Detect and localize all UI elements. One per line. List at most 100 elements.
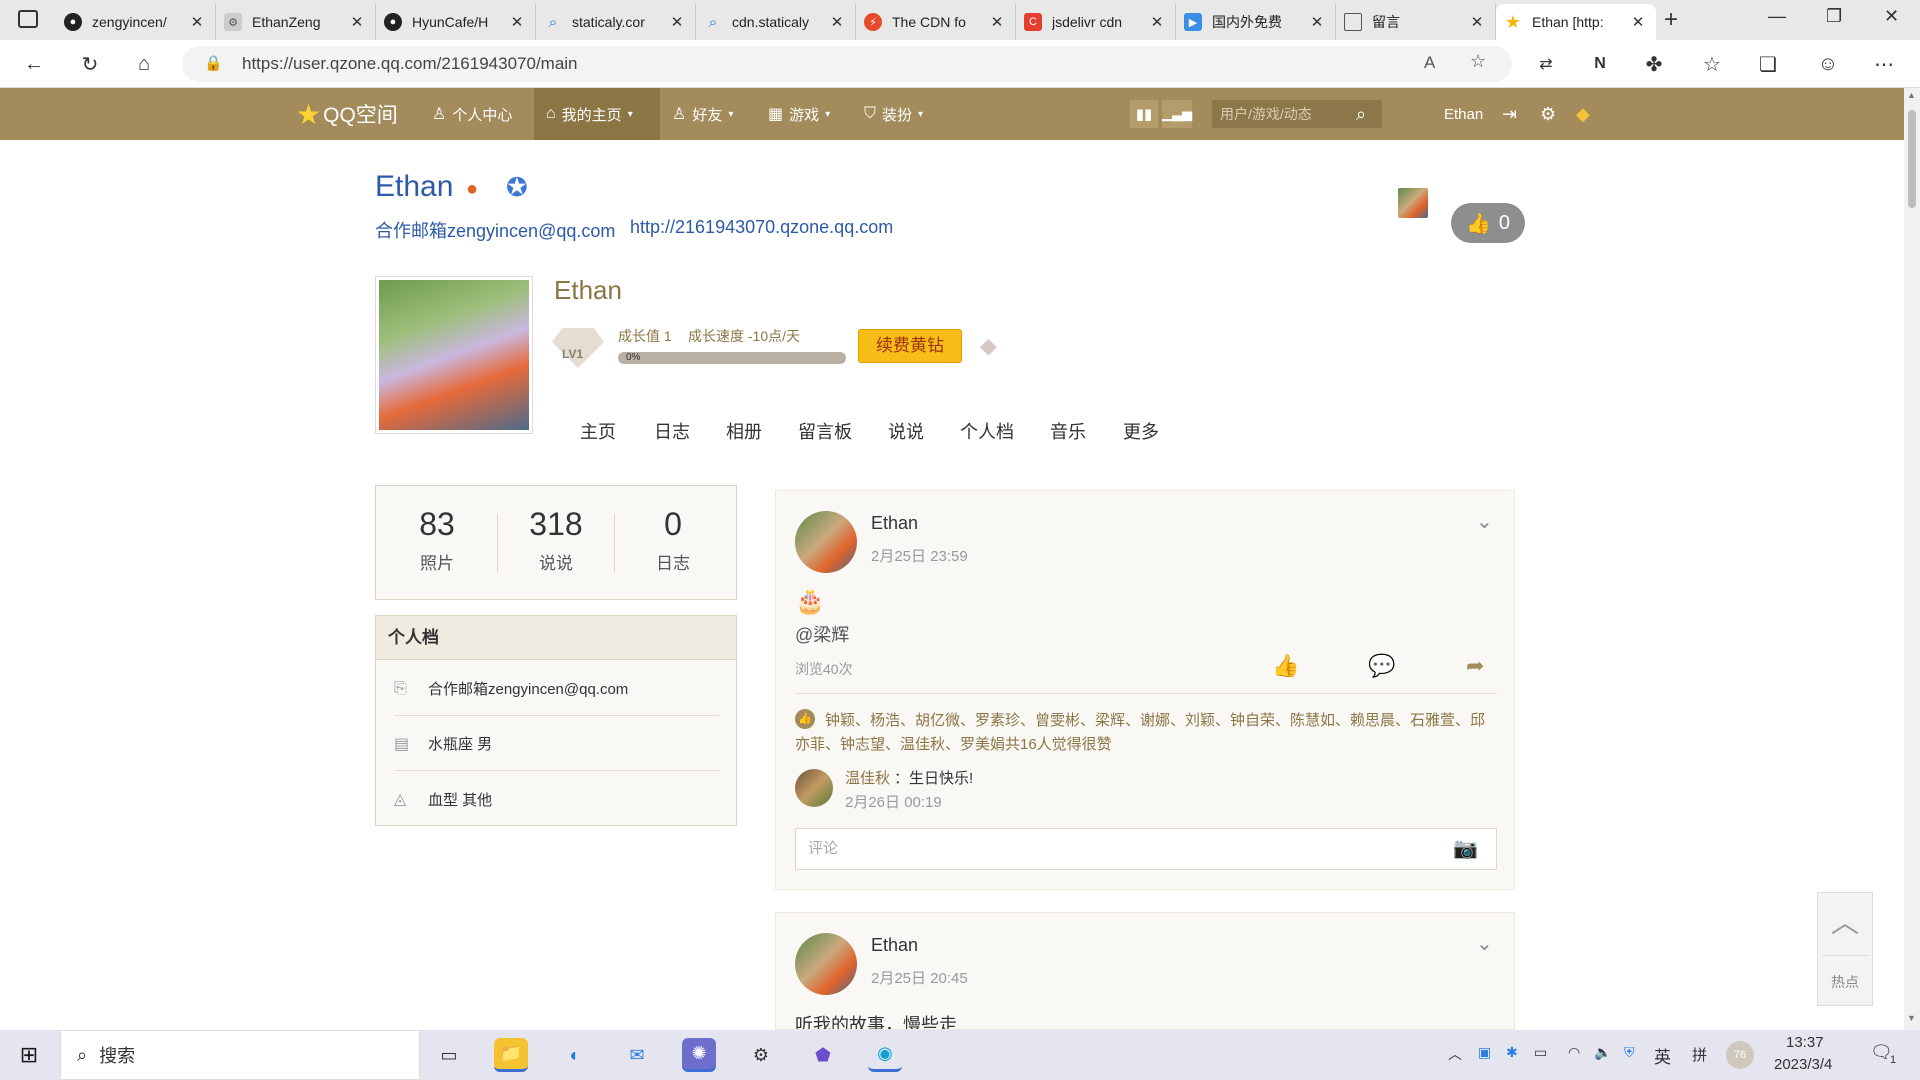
volume-icon[interactable]: 🔈 bbox=[1594, 1044, 1611, 1061]
wifi-icon[interactable]: ◠ bbox=[1568, 1044, 1580, 1061]
read-aloud-icon[interactable]: A bbox=[1424, 53, 1435, 73]
yellow-diamond-icon[interactable]: ◆ bbox=[1576, 88, 1590, 140]
tab-message-board[interactable]: 留言板 bbox=[798, 418, 852, 444]
ime-lang[interactable]: 英 bbox=[1654, 1043, 1671, 1068]
like-icon[interactable]: 👍 bbox=[1272, 653, 1299, 679]
qzone-logo[interactable]: ★ QQ空间 bbox=[296, 88, 398, 140]
restore-button[interactable]: ❐ bbox=[1826, 6, 1842, 27]
tab-1[interactable]: ● zengyincen/ ✕ bbox=[56, 4, 216, 40]
taskbar-search[interactable]: ⌕ 搜索 bbox=[60, 1030, 420, 1080]
music-pause-icon[interactable]: ▮▮ bbox=[1130, 100, 1158, 128]
collections-icon[interactable]: ❏ bbox=[1752, 48, 1784, 80]
close-icon[interactable]: ✕ bbox=[1628, 13, 1648, 31]
close-icon[interactable]: ✕ bbox=[827, 13, 847, 31]
scroll-up-icon[interactable]: ▲ bbox=[1907, 90, 1916, 100]
profile-photo-frame[interactable] bbox=[375, 276, 533, 434]
windows-start-icon[interactable]: ⊞ bbox=[12, 1038, 46, 1072]
post-avatar[interactable] bbox=[795, 933, 857, 995]
tab-5[interactable]: ⌕ cdn.staticaly ✕ bbox=[696, 4, 856, 40]
nav-personal-center[interactable]: ♙ 个人中心 bbox=[432, 88, 512, 140]
close-icon[interactable]: ✕ bbox=[1307, 13, 1327, 31]
star-badge-icon[interactable]: ✪ bbox=[506, 172, 528, 203]
close-icon[interactable]: ✕ bbox=[507, 13, 527, 31]
tab-actions-icon[interactable] bbox=[18, 10, 38, 28]
tab-active[interactable]: ★ Ethan [http: ✕ bbox=[1496, 4, 1656, 40]
tab-9[interactable]: 留言 ✕ bbox=[1336, 4, 1496, 40]
settings-icon[interactable]: ⚙ bbox=[1540, 88, 1556, 140]
comment-avatar[interactable] bbox=[795, 769, 833, 807]
edge-browser-icon[interactable]: ◉ bbox=[868, 1038, 902, 1072]
defender-icon[interactable]: ⛨ bbox=[1624, 1044, 1635, 1061]
new-tab-button[interactable]: + bbox=[1664, 6, 1678, 34]
tab-more[interactable]: 更多 bbox=[1123, 418, 1159, 444]
tab-8[interactable]: ▶ 国内外免费 ✕ bbox=[1176, 4, 1336, 40]
obsidian-icon[interactable]: ⬟ bbox=[806, 1038, 840, 1072]
cake-badge-icon[interactable]: ● bbox=[466, 178, 478, 201]
favorites-icon[interactable]: ☆ bbox=[1696, 48, 1728, 80]
search-icon[interactable]: ⌕ bbox=[1356, 88, 1366, 140]
tab-home[interactable]: 主页 bbox=[580, 418, 616, 444]
tray-chevron-icon[interactable]: ︿ bbox=[1448, 1044, 1462, 1064]
nav-username[interactable]: Ethan bbox=[1444, 88, 1483, 140]
page-scrollbar[interactable]: ▲ ▼ bbox=[1904, 88, 1920, 1030]
minimize-button[interactable]: — bbox=[1768, 6, 1786, 27]
nav-games[interactable]: ▦ 游戏 ▾ bbox=[768, 88, 830, 140]
tray-app-icon-2[interactable]: ✱ bbox=[1506, 1044, 1518, 1061]
tab-6[interactable]: ⚡ The CDN fo ✕ bbox=[856, 4, 1016, 40]
post-avatar[interactable] bbox=[795, 511, 857, 573]
back-button[interactable]: ← bbox=[18, 48, 50, 80]
profile-avatar-icon[interactable]: ☺ bbox=[1812, 48, 1844, 80]
share-icon[interactable]: ➦ bbox=[1466, 653, 1484, 679]
tab-moments[interactable]: 说说 bbox=[888, 418, 924, 444]
close-icon[interactable]: ✕ bbox=[987, 13, 1007, 31]
back-to-top-button[interactable]: ︿ 热点 bbox=[1817, 892, 1873, 1006]
home-button[interactable]: ⌂ bbox=[128, 48, 160, 80]
likers-list[interactable]: 钟颖、杨浩、胡亿微、罗素珍、曾雯彬、梁辉、谢娜、刘颖、钟自荣、陈慧如、赖思晨、石… bbox=[795, 709, 1495, 757]
stat-blogs[interactable]: 0 日志 bbox=[616, 506, 730, 574]
logout-icon[interactable]: ⇥ bbox=[1502, 88, 1517, 140]
nav-avatar[interactable] bbox=[1398, 188, 1428, 218]
tab-blog[interactable]: 日志 bbox=[654, 418, 690, 444]
close-icon[interactable]: ✕ bbox=[1467, 13, 1487, 31]
tab-personal-file[interactable]: 个人档 bbox=[960, 418, 1014, 444]
renew-yellow-diamond-button[interactable]: 续费黄钻 bbox=[858, 329, 962, 363]
settings-app-icon[interactable]: ⚙ bbox=[744, 1038, 778, 1072]
nav-friends[interactable]: ♙ 好友 ▾ bbox=[672, 88, 733, 140]
extensions-icon[interactable]: ✤ bbox=[1638, 48, 1670, 80]
post-author[interactable]: Ethan bbox=[871, 513, 918, 534]
like-button[interactable]: 👍 0 bbox=[1451, 203, 1525, 243]
close-icon[interactable]: ✕ bbox=[187, 13, 207, 31]
stat-moments[interactable]: 318 说说 bbox=[499, 506, 613, 574]
profile-name[interactable]: Ethan bbox=[375, 170, 453, 204]
close-icon[interactable]: ✕ bbox=[1147, 13, 1167, 31]
refresh-button[interactable]: ↻ bbox=[74, 48, 106, 80]
music-bars-icon[interactable]: ▁▃▅ bbox=[1162, 100, 1192, 128]
url-field[interactable]: 🔒 https://user.qzone.qq.com/2161943070/m… bbox=[182, 46, 1512, 82]
post-author[interactable]: Ethan bbox=[871, 935, 918, 956]
gray-diamond-icon[interactable]: ◆ bbox=[980, 333, 997, 359]
clock-time[interactable]: 13:37 bbox=[1786, 1034, 1824, 1051]
extension-badge-icon[interactable]: ⇄ bbox=[1530, 48, 1562, 80]
tab-4[interactable]: ⌕ staticaly.cor ✕ bbox=[536, 4, 696, 40]
file-explorer-icon[interactable]: 📁 bbox=[494, 1038, 528, 1072]
tab-3[interactable]: ● HyunCafe/H ✕ bbox=[376, 4, 536, 40]
close-icon[interactable]: ✕ bbox=[347, 13, 367, 31]
favorite-add-icon[interactable]: ☆ bbox=[1470, 51, 1486, 72]
edge-dev-icon[interactable]: ◐ bbox=[558, 1038, 592, 1072]
camera-icon[interactable]: 📷 bbox=[1453, 836, 1478, 861]
chatgpt-icon[interactable]: ✺ bbox=[682, 1038, 716, 1072]
scrollbar-thumb[interactable] bbox=[1908, 110, 1916, 208]
tab-album[interactable]: 相册 bbox=[726, 418, 762, 444]
comment-icon[interactable]: 💬 bbox=[1368, 653, 1395, 679]
mail-icon[interactable]: ✉ bbox=[620, 1038, 654, 1072]
scroll-down-icon[interactable]: ▼ bbox=[1907, 1013, 1916, 1023]
more-menu-icon[interactable]: ⋯ bbox=[1868, 48, 1900, 80]
notion-icon[interactable]: N bbox=[1584, 48, 1616, 80]
close-icon[interactable]: ✕ bbox=[667, 13, 687, 31]
tab-2[interactable]: ⚙ EthanZeng ✕ bbox=[216, 4, 376, 40]
chevron-down-icon[interactable]: ⌄ bbox=[1476, 931, 1493, 956]
comment-author[interactable]: 温佳秋 bbox=[845, 770, 890, 787]
tray-app-icon[interactable]: ▣ bbox=[1478, 1044, 1491, 1061]
tab-7[interactable]: Cjsdelivr cdn ✕ bbox=[1016, 4, 1176, 40]
contact-email[interactable]: 合作邮箱zengyincen@qq.com bbox=[375, 217, 615, 243]
